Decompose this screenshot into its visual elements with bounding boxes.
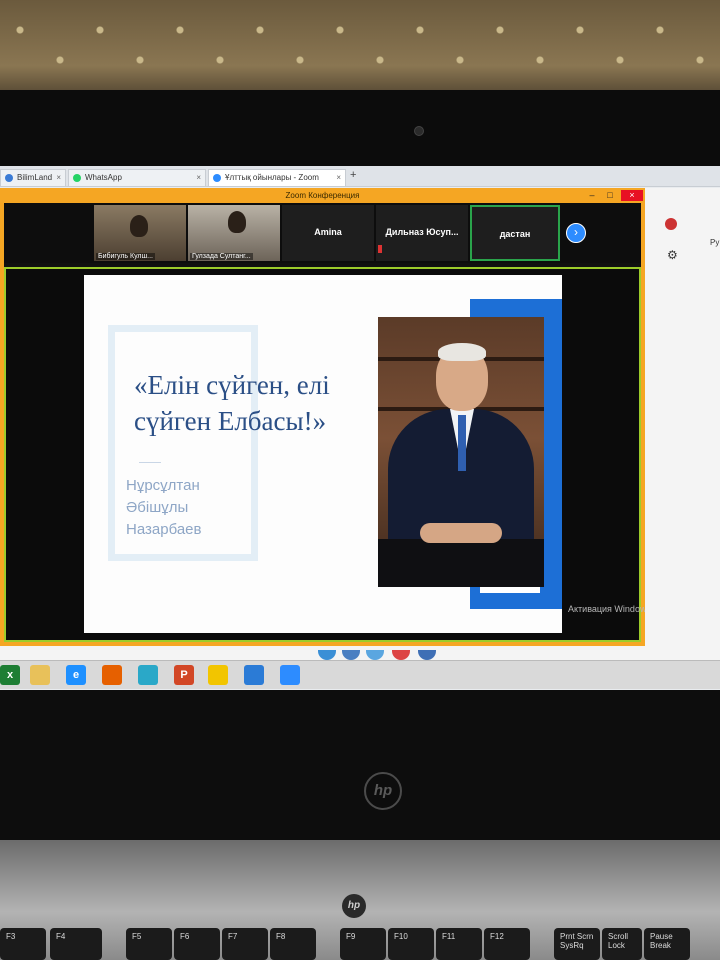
browser-tab-whatsapp[interactable]: WhatsApp × <box>68 169 206 186</box>
close-icon[interactable]: × <box>336 173 341 182</box>
presentation-slide: «Елін сүйген, елі сүйген Елбасы!» Нұрсұл… <box>84 275 562 633</box>
participant-strip: Бибигуль Кулш... Гулзада Султанг... Amin… <box>4 203 641 263</box>
participant-tile[interactable]: Amina <box>282 205 374 261</box>
app-icon[interactable] <box>138 665 158 685</box>
participant-video <box>130 215 148 237</box>
minimize-button[interactable]: – <box>585 190 599 201</box>
close-icon[interactable]: × <box>196 173 201 182</box>
participant-tile[interactable]: Гулзада Султанг... <box>188 205 280 261</box>
browser-tab-bar: BilimLand × WhatsApp × Ұлттық ойынлары -… <box>0 166 720 187</box>
tab-label: WhatsApp <box>85 173 122 182</box>
windows-taskbar: x e P <box>0 660 720 689</box>
webcam <box>414 126 424 136</box>
key[interactable]: F3 <box>0 928 46 960</box>
tie <box>458 415 466 471</box>
internet-explorer-icon[interactable]: e <box>66 665 86 685</box>
zoom-icon <box>213 174 221 182</box>
key[interactable]: Pause Break <box>644 928 690 960</box>
laptop-top-bezel <box>0 90 720 170</box>
shared-screen: «Елін сүйген, елі сүйген Елбасы!» Нұрсұл… <box>4 267 641 642</box>
slide-subtitle: Нұрсұлтан Әбішұлы Назарбаев <box>126 475 286 541</box>
name-line: Назарбаев <box>126 521 202 538</box>
laptop-screen: BilimLand × WhatsApp × Ұлттық ойынлары -… <box>0 166 720 690</box>
participant-tile[interactable]: Бибигуль Кулш... <box>94 205 186 261</box>
mic-muted-icon <box>378 245 382 253</box>
key[interactable]: F10 <box>388 928 434 960</box>
name-line: Әбішұлы <box>126 499 189 516</box>
key[interactable]: F5 <box>126 928 172 960</box>
function-key-row: F3 F4 F5 F6 F7 F8 F9 F10 F11 F12 Prnt Sc… <box>0 928 720 960</box>
bilimland-icon <box>5 174 13 182</box>
folder-icon[interactable] <box>30 665 50 685</box>
participant-name: Гулзада Султанг... <box>190 253 253 260</box>
browser-tab-bilimland[interactable]: BilimLand × <box>0 169 66 186</box>
close-button[interactable]: × <box>621 190 643 201</box>
participant-name: Дильназ Юсуп... <box>385 227 459 237</box>
key[interactable]: Scroll Lock <box>602 928 642 960</box>
browser-right-panel: ⚙ Ру <box>645 188 720 668</box>
zoom-app-icon[interactable] <box>280 665 300 685</box>
windows-activation-watermark: Активация Windows <box>568 604 651 614</box>
key[interactable]: F4 <box>50 928 102 960</box>
participant-name: дастан <box>499 229 531 239</box>
new-tab-button[interactable]: + <box>350 169 356 181</box>
desk <box>378 539 544 587</box>
window-title: Zoom Конференция <box>285 191 360 200</box>
whatsapp-icon <box>73 174 81 182</box>
key[interactable]: F9 <box>340 928 386 960</box>
next-page-button[interactable]: › <box>566 223 586 243</box>
user-icon[interactable] <box>665 218 677 230</box>
portrait-photo <box>378 317 544 587</box>
app-icon[interactable] <box>244 665 264 685</box>
zoom-titlebar: Zoom Конференция – □ × <box>0 188 645 203</box>
participant-video <box>228 211 246 233</box>
participant-name: Бибигуль Кулш... <box>96 253 155 260</box>
participant-tile-active[interactable]: дастан <box>470 205 560 261</box>
laptop-bottom-bezel <box>0 690 720 840</box>
panel-text: Ру <box>710 238 720 247</box>
maximize-button[interactable]: □ <box>603 190 617 201</box>
excel-icon[interactable]: x <box>0 665 20 685</box>
key[interactable]: F7 <box>222 928 268 960</box>
hp-logo-small: hp <box>342 894 366 918</box>
gear-icon[interactable]: ⚙ <box>667 248 678 262</box>
chrome-icon[interactable] <box>208 665 228 685</box>
slide-title: «Елін сүйген, елі сүйген Елбасы!» <box>134 370 330 436</box>
key[interactable]: F11 <box>436 928 482 960</box>
firefox-icon[interactable] <box>102 665 122 685</box>
close-icon[interactable]: × <box>56 173 61 182</box>
key[interactable]: F12 <box>484 928 530 960</box>
key[interactable]: F8 <box>270 928 316 960</box>
hair <box>438 343 486 361</box>
key[interactable]: F6 <box>174 928 220 960</box>
participant-name: Amina <box>314 227 342 237</box>
zoom-window: Zoom Конференция – □ × Бибигуль Кулш... … <box>0 188 645 646</box>
divider <box>139 462 161 463</box>
hands <box>420 523 502 543</box>
tab-label: Ұлттық ойынлары - Zoom <box>225 173 319 182</box>
hp-logo: hp <box>364 772 402 810</box>
zoom-meeting-area: Бибигуль Кулш... Гулзада Султанг... Amin… <box>4 203 641 642</box>
browser-tab-zoom[interactable]: Ұлттық ойынлары - Zoom × <box>208 169 346 186</box>
participant-tile[interactable]: Дильназ Юсуп... <box>376 205 468 261</box>
key[interactable]: Prnt Scrn SysRq <box>554 928 600 960</box>
powerpoint-icon[interactable]: P <box>174 665 194 685</box>
name-line: Нұрсұлтан <box>126 477 200 494</box>
tab-label: BilimLand <box>17 173 53 182</box>
